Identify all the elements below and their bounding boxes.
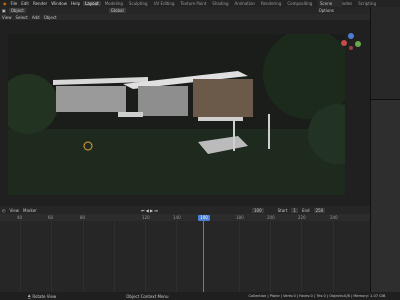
tab-uv-editing[interactable]: UV Editing [152,1,177,6]
mouse-icon: 🖱 [28,293,31,299]
menu-object[interactable]: Object [44,15,57,20]
playback-controls[interactable]: ⏮ ◀ ▶ ⏭ [141,208,158,213]
tab-rendering[interactable]: Rendering [259,1,283,6]
properties-editor[interactable] [371,99,400,300]
tick-label: 200 [267,215,275,220]
menu-add[interactable]: Add [32,15,40,20]
tab-shading[interactable]: Shading [210,1,230,6]
start-frame[interactable]: 1 [291,207,298,213]
tab-scripting[interactable]: Scripting [356,1,378,6]
timeline-header: ◴ View Marker ⏮ ◀ ▶ ⏭ 100 Start 1 End 25… [0,206,370,214]
end-frame[interactable]: 250 [313,207,326,213]
current-frame[interactable]: 100 [252,207,264,213]
timeline-body[interactable] [0,221,370,292]
viewport-header: ▣ Object Global Options [0,7,370,14]
menu-edit[interactable]: Edit [20,1,30,6]
tab-sculpting[interactable]: Sculpting [127,1,150,6]
playhead[interactable] [203,221,204,292]
viewport-options[interactable]: Options [319,8,334,13]
end-label: End [301,207,310,213]
tab-compositing[interactable]: Compositing [285,1,314,6]
status-mid: Object Context Menu [126,293,169,299]
tick-label: 120 [142,215,150,220]
status-left: Rotate View [32,293,57,299]
menu-select[interactable]: Select [16,15,28,20]
menu-file[interactable]: File [10,1,19,6]
editor-type-icon[interactable]: ▣ [2,8,6,13]
render-view [8,34,345,195]
tab-animation[interactable]: Animation [233,1,257,6]
tab-texture-paint[interactable]: Texture Paint [178,1,208,6]
house-render [8,34,345,195]
right-panel [370,7,400,300]
menu-marker[interactable]: Marker [23,208,37,213]
tab-modeling[interactable]: Modeling [103,1,125,6]
tick-label: 40 [17,215,23,220]
outliner[interactable] [371,7,400,99]
tick-label: 60 [48,215,54,220]
status-right: Collection | Plane | Verts:0 | Faces:0 |… [248,294,386,298]
status-bar: 🖱 Rotate View Object Context Menu Collec… [0,292,400,300]
blender-logo-icon[interactable]: ◉ [2,1,8,6]
transform-orientation[interactable]: Global [108,8,126,13]
menu-render[interactable]: Render [32,1,48,6]
timeline-editor-icon[interactable]: ◴ [2,208,6,213]
menu-view[interactable]: View [2,15,12,20]
frame-ruler[interactable]: 40 60 80 120 140 180 200 220 240 [0,214,370,221]
tick-label: 180 [236,215,244,220]
tick-label: 220 [298,215,306,220]
menu-help[interactable]: Help [70,1,81,6]
tab-layout[interactable]: Layout [83,1,101,6]
menu-view-tl[interactable]: View [10,208,20,213]
tick-label: 140 [173,215,181,220]
mode-select[interactable]: Object [8,8,26,13]
navigation-gizmo[interactable] [338,30,364,56]
tick-label: 240 [330,215,338,220]
start-label: Start [277,207,288,213]
menu-window[interactable]: Window [50,1,68,6]
tick-label: 80 [80,215,86,220]
scene-selector[interactable]: Scene [318,0,342,7]
